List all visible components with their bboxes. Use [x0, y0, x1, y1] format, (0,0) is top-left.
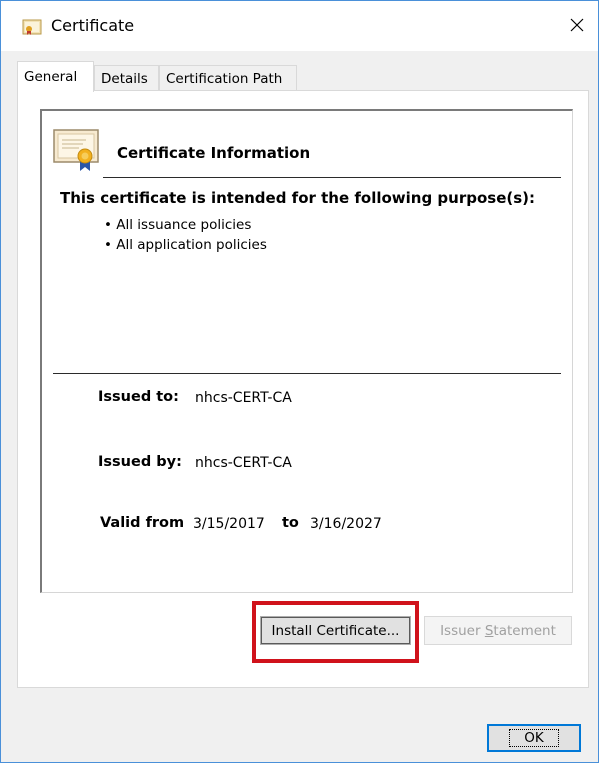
- issuer-statement-label-a: Issuer: [440, 622, 485, 639]
- title-bar[interactable]: Certificate: [1, 1, 598, 51]
- issuer-statement-label: Issuer Statement: [440, 623, 556, 639]
- window-title: Certificate: [51, 16, 135, 35]
- close-button[interactable]: [561, 9, 593, 41]
- valid-from-value: 3/15/2017: [193, 516, 265, 532]
- tab-certification-path-label: Certification Path: [166, 71, 283, 87]
- policy-item: • All issuance policies: [104, 217, 252, 233]
- issuer-statement-button[interactable]: Issuer Statement: [424, 616, 572, 645]
- valid-from-label: Valid from: [100, 515, 185, 531]
- policy-item: • All application policies: [104, 237, 267, 253]
- valid-to-value: 3/16/2027: [310, 516, 382, 532]
- divider: [53, 373, 561, 374]
- close-icon: [570, 18, 584, 32]
- issued-by-value: nhcs-CERT-CA: [195, 455, 292, 471]
- divider: [103, 177, 561, 178]
- tab-general[interactable]: General: [17, 61, 94, 92]
- ok-label: OK: [509, 729, 559, 747]
- issued-to-value: nhcs-CERT-CA: [195, 390, 292, 406]
- valid-to-label: to: [282, 515, 299, 531]
- info-title: Certificate Information: [117, 144, 311, 162]
- certificate-icon: [53, 128, 103, 172]
- tab-general-label: General: [24, 69, 78, 85]
- certificate-icon: [22, 19, 42, 35]
- tab-details-label: Details: [101, 71, 148, 87]
- certificate-dialog: Certificate General Details Certificatio…: [0, 0, 599, 763]
- highlight-box: [252, 601, 419, 663]
- issuer-statement-label-c: tatement: [493, 622, 556, 639]
- issued-by-label: Issued by:: [98, 454, 182, 470]
- purpose-heading: This certificate is intended for the fol…: [60, 189, 536, 207]
- tab-certification-path[interactable]: Certification Path: [159, 65, 297, 91]
- ok-button[interactable]: OK: [487, 724, 581, 752]
- tab-details[interactable]: Details: [94, 65, 159, 91]
- issued-to-label: Issued to:: [98, 389, 179, 405]
